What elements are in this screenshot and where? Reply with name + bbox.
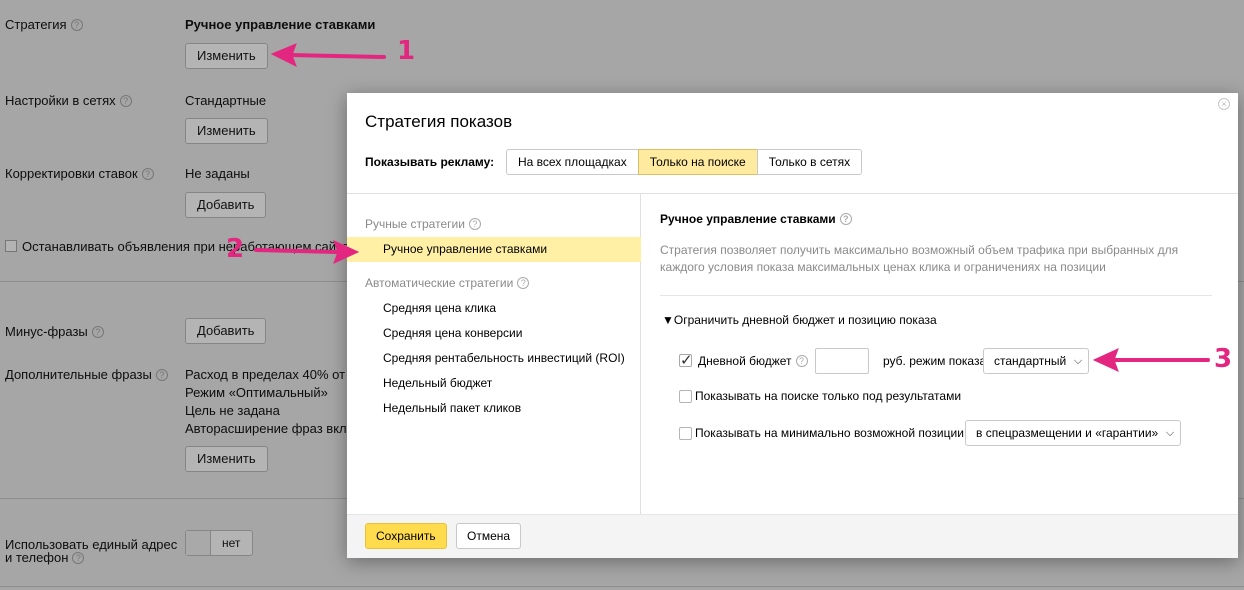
add-negative-phrases-button[interactable]: Добавить	[185, 318, 267, 344]
network-settings-value: Стандартные	[185, 93, 267, 108]
strategy-title: Ручное управление ставками?	[660, 212, 852, 226]
limit-budget-expander[interactable]: ▼Ограничить дневной бюджет и позицию пок…	[662, 313, 937, 327]
min-position-label: Показывать на минимально возможной позиц…	[695, 426, 964, 440]
tab-networks-only[interactable]: Только в сетях	[756, 149, 863, 175]
help-icon[interactable]: ?	[839, 213, 852, 225]
search-below-checkbox[interactable]	[679, 390, 692, 403]
cancel-button[interactable]: Отмена	[456, 523, 522, 549]
sidebar-item-avg-cpa[interactable]: Средняя цена конверсии	[347, 321, 641, 346]
help-icon[interactable]: ?	[91, 326, 104, 338]
add-bid-adjustment-button[interactable]: Добавить	[185, 192, 267, 218]
chevron-down-icon: ⌵	[1165, 427, 1175, 439]
bid-adjustments-value: Не заданы	[185, 166, 250, 181]
daily-budget-label: Дневной бюджет?	[698, 354, 808, 368]
sidebar-item-avg-cpc[interactable]: Средняя цена клика	[347, 296, 641, 321]
toggle-knob	[186, 531, 211, 555]
tab-search-only[interactable]: Только на поиске	[637, 149, 758, 175]
show-ads-label: Показывать рекламу:	[365, 155, 495, 169]
placement-tabs: На всех площадках Только на поиске Тольк…	[506, 149, 863, 175]
close-icon[interactable]: ×	[1218, 98, 1230, 110]
tab-all-placements[interactable]: На всех площадках	[506, 149, 639, 175]
help-icon[interactable]: ?	[72, 552, 85, 564]
sidebar-item-weekly-clicks[interactable]: Недельный пакет кликов	[347, 396, 641, 421]
help-icon[interactable]: ?	[119, 95, 132, 107]
help-icon[interactable]: ?	[141, 168, 154, 180]
extra-phrases-line: Цель не задана	[185, 403, 280, 418]
negative-phrases-label: Минус-фразы?	[5, 324, 104, 339]
divider	[0, 586, 1244, 587]
display-mode-select[interactable]: стандартный ⌵	[983, 348, 1090, 374]
min-position-checkbox[interactable]	[679, 427, 692, 440]
stop-ads-label: Останавливать объявления при неработающе…	[22, 239, 350, 254]
modal-body: Ручные стратегии? Ручное управление став…	[347, 193, 1238, 514]
help-icon[interactable]: ?	[468, 218, 481, 230]
bid-adjustments-label: Корректировки ставок?	[5, 166, 154, 181]
extra-phrases-line: Расход в пределах 40% от об	[185, 367, 364, 382]
budget-unit-label: руб. режим показа	[883, 354, 987, 368]
help-icon[interactable]: ?	[517, 277, 530, 289]
network-settings-label: Настройки в сетях?	[5, 93, 132, 108]
daily-budget-input[interactable]	[815, 348, 869, 374]
change-extra-phrases-button[interactable]: Изменить	[185, 446, 268, 472]
toggle-state: нет	[222, 536, 241, 550]
annotation-number: 3	[1214, 344, 1233, 374]
daily-budget-checkbox[interactable]	[679, 351, 693, 369]
help-icon[interactable]: ?	[155, 369, 168, 381]
extra-phrases-line: Режим «Оптимальный»	[185, 385, 328, 400]
min-position-select[interactable]: в спецразмещении и «гарантии» ⌵	[965, 420, 1182, 446]
chevron-down-icon: ⌵	[1073, 355, 1083, 367]
change-strategy-button[interactable]: Изменить	[185, 43, 268, 69]
strategy-modal: × Стратегия показов Показывать рекламу: …	[347, 93, 1238, 558]
unified-address-toggle[interactable]: нет	[185, 530, 253, 556]
strategy-description: Стратегия позволяет получить максимально…	[660, 243, 1179, 274]
extra-phrases-label: Дополнительные фразы?	[5, 367, 168, 382]
sidebar-item-avg-roi[interactable]: Средняя рентабельность инвестиций (ROI)	[347, 346, 641, 371]
stop-ads-checkbox[interactable]	[5, 240, 17, 252]
annotation-number: 1	[397, 36, 416, 66]
extra-phrases-line: Авторасширение фраз включ	[185, 421, 363, 436]
search-below-label: Показывать на поиске только под результа…	[695, 389, 962, 403]
manual-strategies-heading: Ручные стратегии?	[365, 217, 481, 231]
unified-address-label-line2: и телефон?	[5, 550, 85, 565]
sidebar-item-weekly-budget[interactable]: Недельный бюджет	[347, 371, 641, 396]
help-icon[interactable]: ?	[795, 355, 808, 367]
sidebar-item-manual-bids[interactable]: Ручное управление ставками	[347, 237, 641, 262]
annotation-number: 2	[226, 234, 245, 264]
auto-strategies-heading: Автоматические стратегии?	[365, 276, 530, 290]
strategy-label: Стратегия?	[5, 17, 83, 32]
divider	[660, 295, 1212, 296]
help-icon[interactable]: ?	[70, 19, 83, 31]
strategy-sidebar: Ручные стратегии? Ручное управление став…	[347, 194, 641, 514]
save-button[interactable]: Сохранить	[365, 523, 447, 549]
strategy-value: Ручное управление ставками	[185, 17, 376, 32]
change-network-settings-button[interactable]: Изменить	[185, 118, 268, 144]
modal-title: Стратегия показов	[365, 112, 513, 131]
modal-footer: Сохранить Отмена	[347, 514, 1238, 558]
